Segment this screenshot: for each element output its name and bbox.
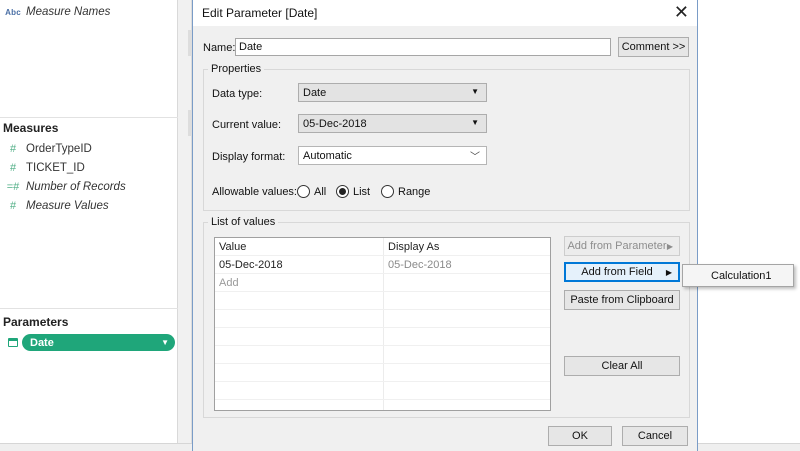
name-label: Name: [203,42,236,54]
field-label: Measure Values [26,200,109,212]
calendar-icon [8,338,18,347]
dialog-titlebar: Edit Parameter [Date] ✕ [193,0,697,26]
pane-divider-strip [178,0,192,451]
close-icon[interactable]: ✕ [674,2,689,23]
display-format-select[interactable]: Automatic ﹀ [298,146,487,165]
list-header-row: Value Display As [215,238,550,256]
dropdown-arrow-icon: ▼ [471,118,479,127]
ok-button[interactable]: OK [548,426,612,446]
add-from-field-label: Add from Field [581,266,653,278]
field-ticket-id[interactable]: # TICKET_ID [0,159,85,177]
hash-icon: # [9,200,17,212]
chevron-right-icon: ▶ [666,241,673,251]
cancel-button[interactable]: Cancel [622,426,688,446]
radio-list[interactable] [336,185,349,198]
parameters-title: Parameters [3,315,69,329]
edit-parameter-dialog: Edit Parameter [Date] ✕ Name: Date Comme… [192,0,698,451]
list-of-values-label: List of values [208,216,279,228]
list-item-empty [215,328,550,346]
add-from-parameter-label: Add from Parameter [567,240,667,252]
divider [0,308,178,309]
radio-all[interactable] [297,185,310,198]
values-list[interactable]: Value Display As 05-Dec-2018 05-Dec-2018… [214,237,551,411]
divider [0,117,178,118]
list-item-empty [215,364,550,382]
radio-list-label[interactable]: List [353,186,370,198]
column-header-value[interactable]: Value [219,241,246,253]
calc-hash-icon: =# [6,181,20,193]
list-item[interactable]: 05-Dec-2018 05-Dec-2018 [215,256,550,274]
measures-title: Measures [3,121,59,135]
chevron-down-icon[interactable]: ▼ [161,338,169,347]
field-label: Measure Names [26,6,111,18]
add-from-field-button[interactable]: Add from Field ▶ [564,262,680,282]
submenu-item-calculation1[interactable]: Calculation1 [711,270,772,282]
field-ordertypeid[interactable]: # OrderTypeID [0,140,92,158]
properties-label: Properties [208,63,265,75]
chevron-down-icon: ﹀ [470,152,480,163]
field-label: OrderTypeID [26,143,92,155]
paste-from-clipboard-button[interactable]: Paste from Clipboard [564,290,680,310]
list-item-value[interactable]: 05-Dec-2018 [219,259,283,271]
data-type-value: Date [303,87,327,99]
field-label: TICKET_ID [26,162,85,174]
list-item-display[interactable]: 05-Dec-2018 [388,259,452,271]
dialog-title: Edit Parameter [Date] [202,6,318,20]
display-format-value: Automatic [303,150,352,162]
current-value: 05-Dec-2018 [303,118,367,130]
radio-all-label[interactable]: All [314,186,326,198]
parameter-pill-date[interactable]: Date ▼ [22,334,175,351]
radio-range[interactable] [381,185,394,198]
data-type-label: Data type: [212,88,263,100]
hash-icon: # [9,143,17,155]
display-format-label: Display format: [212,151,286,163]
list-item-empty [215,346,550,364]
dropdown-arrow-icon: ▼ [471,87,479,96]
column-header-display-as[interactable]: Display As [388,241,439,253]
list-item-empty [215,292,550,310]
add-from-parameter-button[interactable]: Add from Parameter ▶ [564,236,680,256]
current-value-select[interactable]: 05-Dec-2018 ▼ [298,114,487,133]
list-item-add[interactable]: Add [215,274,550,292]
current-value-label: Current value: [212,119,282,131]
comment-button[interactable]: Comment >> [618,37,689,57]
field-measure-names[interactable]: Abc Measure Names [0,3,110,21]
field-number-of-records[interactable]: =# Number of Records [0,178,126,196]
data-pane: Abc Measure Names Measures # OrderTypeID… [0,0,178,451]
hash-icon: # [9,162,17,174]
chevron-right-icon: ▶ [665,267,672,277]
field-measure-values[interactable]: # Measure Values [0,197,109,215]
name-field[interactable]: Date [235,38,611,56]
add-from-field-submenu: Calculation1 [682,264,794,287]
radio-range-label[interactable]: Range [398,186,430,198]
list-item-empty [215,310,550,328]
field-label: Number of Records [26,181,126,193]
list-item-empty [215,382,550,400]
allowable-values-label: Allowable values: [212,186,297,198]
abc-icon: Abc [5,7,21,17]
add-placeholder[interactable]: Add [219,277,239,289]
clear-all-button[interactable]: Clear All [564,356,680,376]
parameter-pill-label: Date [30,336,54,349]
data-type-select[interactable]: Date ▼ [298,83,487,102]
